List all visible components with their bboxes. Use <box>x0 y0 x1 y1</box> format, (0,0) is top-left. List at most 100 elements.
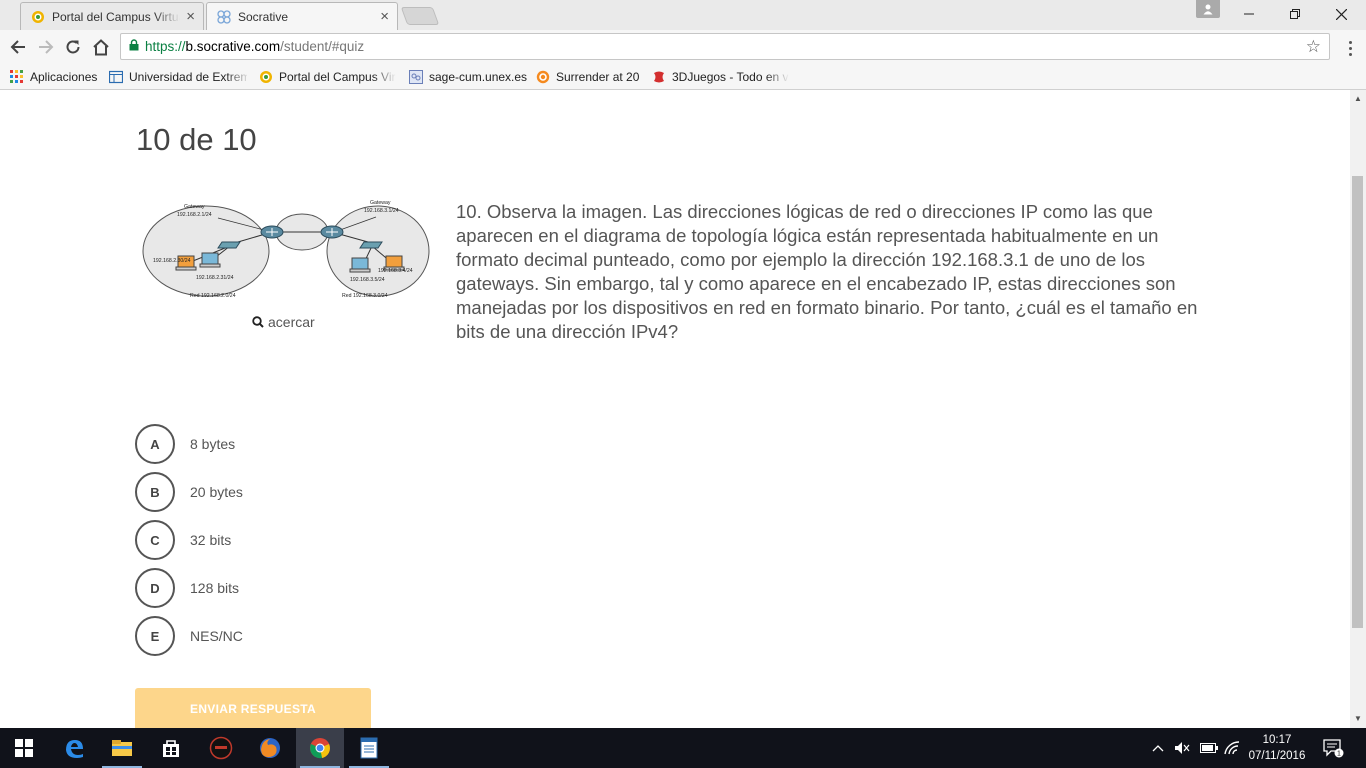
notepad-icon <box>360 737 378 759</box>
answer-letter: C <box>135 520 175 560</box>
notification-icon: 1 <box>1323 739 1344 758</box>
bookmark-label: Universidad de Extrem <box>129 70 247 84</box>
bookmark-label: Aplicaciones <box>30 70 98 84</box>
clock-date: 07/11/2016 <box>1248 750 1306 762</box>
windows-taskbar: 10:17 07/11/2016 1 <box>0 728 1366 768</box>
tab-portal-campus[interactable]: Portal del Campus Virtua × <box>20 2 204 30</box>
reload-button[interactable] <box>62 36 84 58</box>
bookmark-portal-campus[interactable]: Portal del Campus Vir <box>259 68 399 86</box>
search-icon <box>252 316 264 328</box>
new-tab-button[interactable] <box>400 7 440 25</box>
answer-option-d[interactable]: D 128 bits <box>135 568 243 608</box>
profile-icon[interactable] <box>1196 0 1220 18</box>
close-icon <box>1335 8 1347 20</box>
browser-toolbar: https://b.socrative.com/student/#quiz ☆ <box>0 30 1366 64</box>
arrow-left-icon <box>10 40 25 54</box>
router-icon <box>320 225 344 239</box>
router-icon <box>260 225 284 239</box>
chevron-up-icon <box>1152 745 1164 752</box>
answer-option-e[interactable]: E NES/NC <box>135 616 243 656</box>
right-network-label: Red 192.168.3.0/24 <box>342 293 388 299</box>
show-hidden-icons-button[interactable] <box>1152 728 1164 768</box>
scroll-up-icon[interactable]: ▲ <box>1354 94 1362 103</box>
home-button[interactable] <box>90 36 112 58</box>
bookmark-label: 3DJuegos - Todo en v <box>672 70 789 84</box>
campus-icon <box>260 71 272 83</box>
taskbar-chrome[interactable] <box>296 728 344 768</box>
pc-icon <box>349 257 371 273</box>
taskbar-asus[interactable] <box>197 728 245 768</box>
socrative-icon <box>217 9 231 24</box>
address-bar[interactable]: https://b.socrative.com/student/#quiz ☆ <box>120 33 1330 60</box>
restore-icon <box>1290 9 1300 19</box>
minimize-icon <box>1244 13 1254 15</box>
volume-muted-icon[interactable] <box>1174 728 1190 768</box>
network-topology-image[interactable]: Gateway 192.168.2.1/24 192.168.2.30/24 1… <box>140 200 432 312</box>
wifi-icon[interactable] <box>1224 728 1240 768</box>
close-window-button[interactable] <box>1318 0 1364 28</box>
submit-answer-button[interactable]: ENVIAR RESPUESTA <box>135 688 371 728</box>
page-scrollbar[interactable]: ▲ ▼ <box>1350 90 1366 728</box>
tab-title: Portal del Campus Virtua <box>52 9 181 24</box>
browser-tabstrip: Portal del Campus Virtua × Socrative × <box>0 0 1366 30</box>
zoom-label: acercar <box>268 314 315 330</box>
bookmark-universidad[interactable]: Universidad de Extrem <box>109 68 247 86</box>
system-clock[interactable]: 10:17 07/11/2016 <box>1242 732 1312 764</box>
answer-text: NES/NC <box>190 628 243 644</box>
clock-time: 10:17 <box>1262 734 1292 746</box>
action-center-button[interactable]: 1 <box>1322 728 1344 768</box>
taskbar-notepad[interactable] <box>345 728 393 768</box>
firefox-icon <box>260 738 280 758</box>
battery-icon[interactable] <box>1200 728 1218 768</box>
zoom-link[interactable]: acercar <box>252 314 315 330</box>
answer-text: 32 bits <box>190 532 232 548</box>
close-icon[interactable]: × <box>380 8 389 25</box>
forward-button[interactable] <box>35 36 57 58</box>
bookmark-3djuegos[interactable]: 3DJuegos - Todo en v <box>652 68 792 86</box>
tab-socrative[interactable]: Socrative × <box>206 2 398 30</box>
bookmarks-bar: Aplicaciones Universidad de Extrem Porta… <box>0 64 1366 90</box>
restore-button[interactable] <box>1272 0 1318 28</box>
right-pc1-ip: 192.168.3.4/24 <box>378 268 413 274</box>
sage-icon <box>409 70 423 84</box>
taskbar-file-explorer[interactable] <box>98 728 146 768</box>
bookmark-star-icon[interactable]: ☆ <box>1306 37 1321 57</box>
3djuegos-icon <box>654 71 664 83</box>
back-button[interactable] <box>7 36 29 58</box>
close-icon[interactable]: × <box>186 8 195 25</box>
bookmark-surrender[interactable]: Surrender at 20 <box>536 68 639 86</box>
chrome-menu-button[interactable] <box>1340 38 1360 58</box>
store-icon <box>163 740 179 757</box>
answer-option-c[interactable]: C 32 bits <box>135 520 243 560</box>
bookmark-label: sage-cum.unex.es <box>429 70 528 84</box>
answer-option-a[interactable]: A 8 bytes <box>135 424 243 464</box>
quiz-page: 10 de 10 Gateway 192.168.2.1/24 192.168.… <box>0 90 1350 728</box>
arrow-right-icon <box>39 40 54 54</box>
answer-letter: E <box>135 616 175 656</box>
asus-icon <box>209 736 233 760</box>
taskbar-firefox[interactable] <box>246 728 294 768</box>
start-button[interactable] <box>0 728 48 768</box>
bookmark-label: Surrender at 20 <box>556 70 640 84</box>
reload-icon <box>66 40 80 54</box>
url-scheme: https:// <box>145 39 186 54</box>
taskbar-store[interactable] <box>147 728 195 768</box>
minimize-button[interactable] <box>1226 0 1272 28</box>
bookmark-aplicaciones[interactable]: Aplicaciones <box>10 68 97 86</box>
notification-count: 1 <box>1337 751 1341 758</box>
left-network-label: Red 192.168.2.0/24 <box>190 293 236 299</box>
apps-grid-icon <box>10 70 23 83</box>
answer-letter: D <box>135 568 175 608</box>
right-gateway-ip: 192.168.3.1/24 <box>364 208 399 214</box>
pc-icon <box>199 252 221 268</box>
home-icon <box>93 38 109 55</box>
lock-icon <box>129 39 139 54</box>
scrollbar-thumb[interactable] <box>1352 176 1363 628</box>
campus-icon <box>32 10 44 23</box>
bookmark-sage[interactable]: sage-cum.unex.es <box>409 68 527 86</box>
taskbar-edge[interactable] <box>50 728 98 768</box>
scroll-down-icon[interactable]: ▼ <box>1354 714 1362 723</box>
bookmark-label: Portal del Campus Vir <box>279 70 396 84</box>
question-text: 10. Observa la imagen. Las direcciones l… <box>456 201 1198 342</box>
answer-option-b[interactable]: B 20 bytes <box>135 472 243 512</box>
